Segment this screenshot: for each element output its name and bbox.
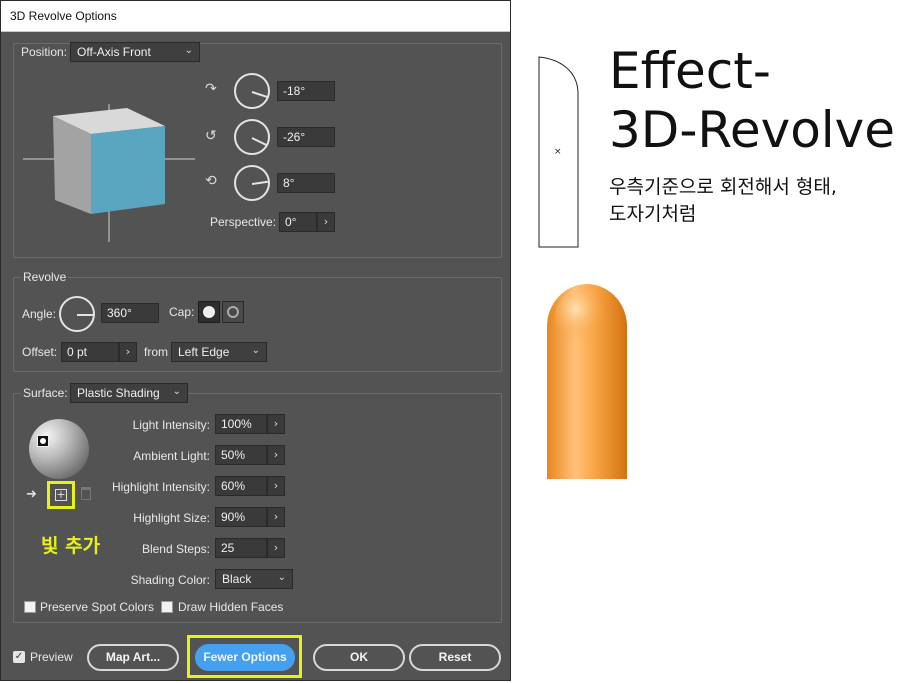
cap-label: Cap: xyxy=(169,305,195,319)
reset-button[interactable]: Reset xyxy=(409,644,501,671)
title-bar[interactable]: 3D Revolve Options xyxy=(1,1,510,32)
preserve-spot-colors-label: Preserve Spot Colors xyxy=(40,600,155,614)
rotate-x-input[interactable]: -18° xyxy=(277,81,335,101)
shading-color-dropdown[interactable]: Black ⌄ xyxy=(215,569,293,589)
position-value: Off-Axis Front xyxy=(77,45,151,59)
ambient-light-label: Ambient Light: xyxy=(133,449,210,463)
surface-label: Surface: xyxy=(21,386,70,400)
angle-label: Angle: xyxy=(22,307,57,321)
revolved-capsule-icon xyxy=(547,284,627,479)
draw-hidden-faces-checkbox[interactable] xyxy=(161,601,173,613)
rotate-z-axis-icon: ⟲ xyxy=(205,173,217,189)
cap-on-button[interactable] xyxy=(198,301,220,323)
light-intensity-input[interactable]: 100% xyxy=(215,414,267,434)
slide-desc-line2: 도자기처럼 xyxy=(609,203,697,225)
offset-input[interactable]: 0 pt xyxy=(61,342,119,362)
chevron-down-icon: ⌄ xyxy=(251,345,260,356)
rotate-y-axis-icon: ↺ xyxy=(205,128,217,144)
slide-title-line1: Effect- xyxy=(609,42,771,100)
from-value: Left Edge xyxy=(178,345,230,359)
highlight-size-label: Highlight Size: xyxy=(133,511,210,525)
highlight-intensity-label: Highlight Intensity: xyxy=(111,480,210,494)
chevron-down-icon: ⌄ xyxy=(184,45,193,56)
track-cube[interactable] xyxy=(23,104,195,242)
preserve-spot-colors-checkbox[interactable] xyxy=(24,601,36,613)
perspective-input[interactable]: 0° xyxy=(279,212,317,232)
revolve-profile-path: × xyxy=(537,56,581,248)
perspective-arrow-button[interactable]: › xyxy=(317,212,335,232)
light-sphere[interactable] xyxy=(29,419,89,479)
map-art-button[interactable]: Map Art... xyxy=(87,644,179,671)
from-label: from xyxy=(144,345,168,359)
rotate-y-input[interactable]: -26° xyxy=(277,127,335,147)
shading-color-label: Shading Color: xyxy=(130,573,210,587)
trash-icon[interactable] xyxy=(81,487,91,500)
rotate-y-dial[interactable] xyxy=(234,119,270,155)
angle-dial[interactable] xyxy=(59,296,95,332)
revolve-group-label: Revolve xyxy=(21,270,69,284)
revolved-3d-shape xyxy=(545,283,629,480)
preview-checkbox[interactable]: ✓ xyxy=(13,651,25,663)
rotate-x-dial[interactable] xyxy=(234,73,270,109)
dialog-title: 3D Revolve Options xyxy=(10,9,117,23)
new-light-icon[interactable]: + xyxy=(55,489,67,501)
highlight-intensity-arrow-button[interactable]: › xyxy=(267,476,285,496)
blend-steps-arrow-button[interactable]: › xyxy=(267,538,285,558)
perspective-label: Perspective: xyxy=(210,215,277,229)
offset-label: Offset: xyxy=(22,345,58,359)
position-label: Position: xyxy=(21,45,68,59)
position-dropdown[interactable]: Off-Axis Front ⌄ xyxy=(70,42,200,62)
from-dropdown[interactable]: Left Edge ⌄ xyxy=(171,342,267,362)
preview-label: Preview xyxy=(30,650,73,664)
offset-arrow-button[interactable]: › xyxy=(119,342,137,362)
move-light-back-icon[interactable]: ➜ xyxy=(26,487,37,502)
svg-text:×: × xyxy=(554,147,562,157)
rotate-z-dial[interactable] xyxy=(234,165,270,201)
light-intensity-arrow-button[interactable]: › xyxy=(267,414,285,434)
profile-path-icon: × xyxy=(538,56,579,248)
ok-button[interactable]: OK xyxy=(313,644,405,671)
blend-steps-input[interactable]: 25 xyxy=(215,538,267,558)
surface-value: Plastic Shading xyxy=(77,386,160,400)
rotate-z-input[interactable]: 8° xyxy=(277,173,335,193)
shading-color-value: Black xyxy=(222,572,252,586)
light-intensity-label: Light Intensity: xyxy=(132,418,210,432)
chevron-down-icon: ⌄ xyxy=(277,572,286,583)
cap-off-button[interactable] xyxy=(222,301,244,323)
surface-dropdown[interactable]: Plastic Shading ⌄ xyxy=(70,383,188,403)
highlight-size-arrow-button[interactable]: › xyxy=(267,507,285,527)
highlight-size-input[interactable]: 90% xyxy=(215,507,267,527)
light-source-handle[interactable] xyxy=(37,435,49,447)
chevron-down-icon: ⌄ xyxy=(172,386,181,397)
highlight-intensity-input[interactable]: 60% xyxy=(215,476,267,496)
rotate-x-axis-icon: ↷ xyxy=(205,81,217,97)
slide-desc-line1: 우측기준으로 회전해서 형태, xyxy=(609,176,837,198)
cube-preview-icon xyxy=(23,104,195,242)
ambient-light-input[interactable]: 50% xyxy=(215,445,267,465)
add-light-annotation: 빛 추가 xyxy=(41,535,101,557)
slide-title-line2: 3D-Revolve xyxy=(609,101,896,159)
fewer-options-button[interactable]: Fewer Options xyxy=(195,644,295,671)
angle-input[interactable]: 360° xyxy=(101,303,159,323)
revolve-options-dialog: 3D Revolve Options Position: Off-Axis Fr… xyxy=(0,0,511,681)
ambient-light-arrow-button[interactable]: › xyxy=(267,445,285,465)
blend-steps-label: Blend Steps: xyxy=(141,542,210,556)
draw-hidden-faces-label: Draw Hidden Faces xyxy=(178,600,284,614)
